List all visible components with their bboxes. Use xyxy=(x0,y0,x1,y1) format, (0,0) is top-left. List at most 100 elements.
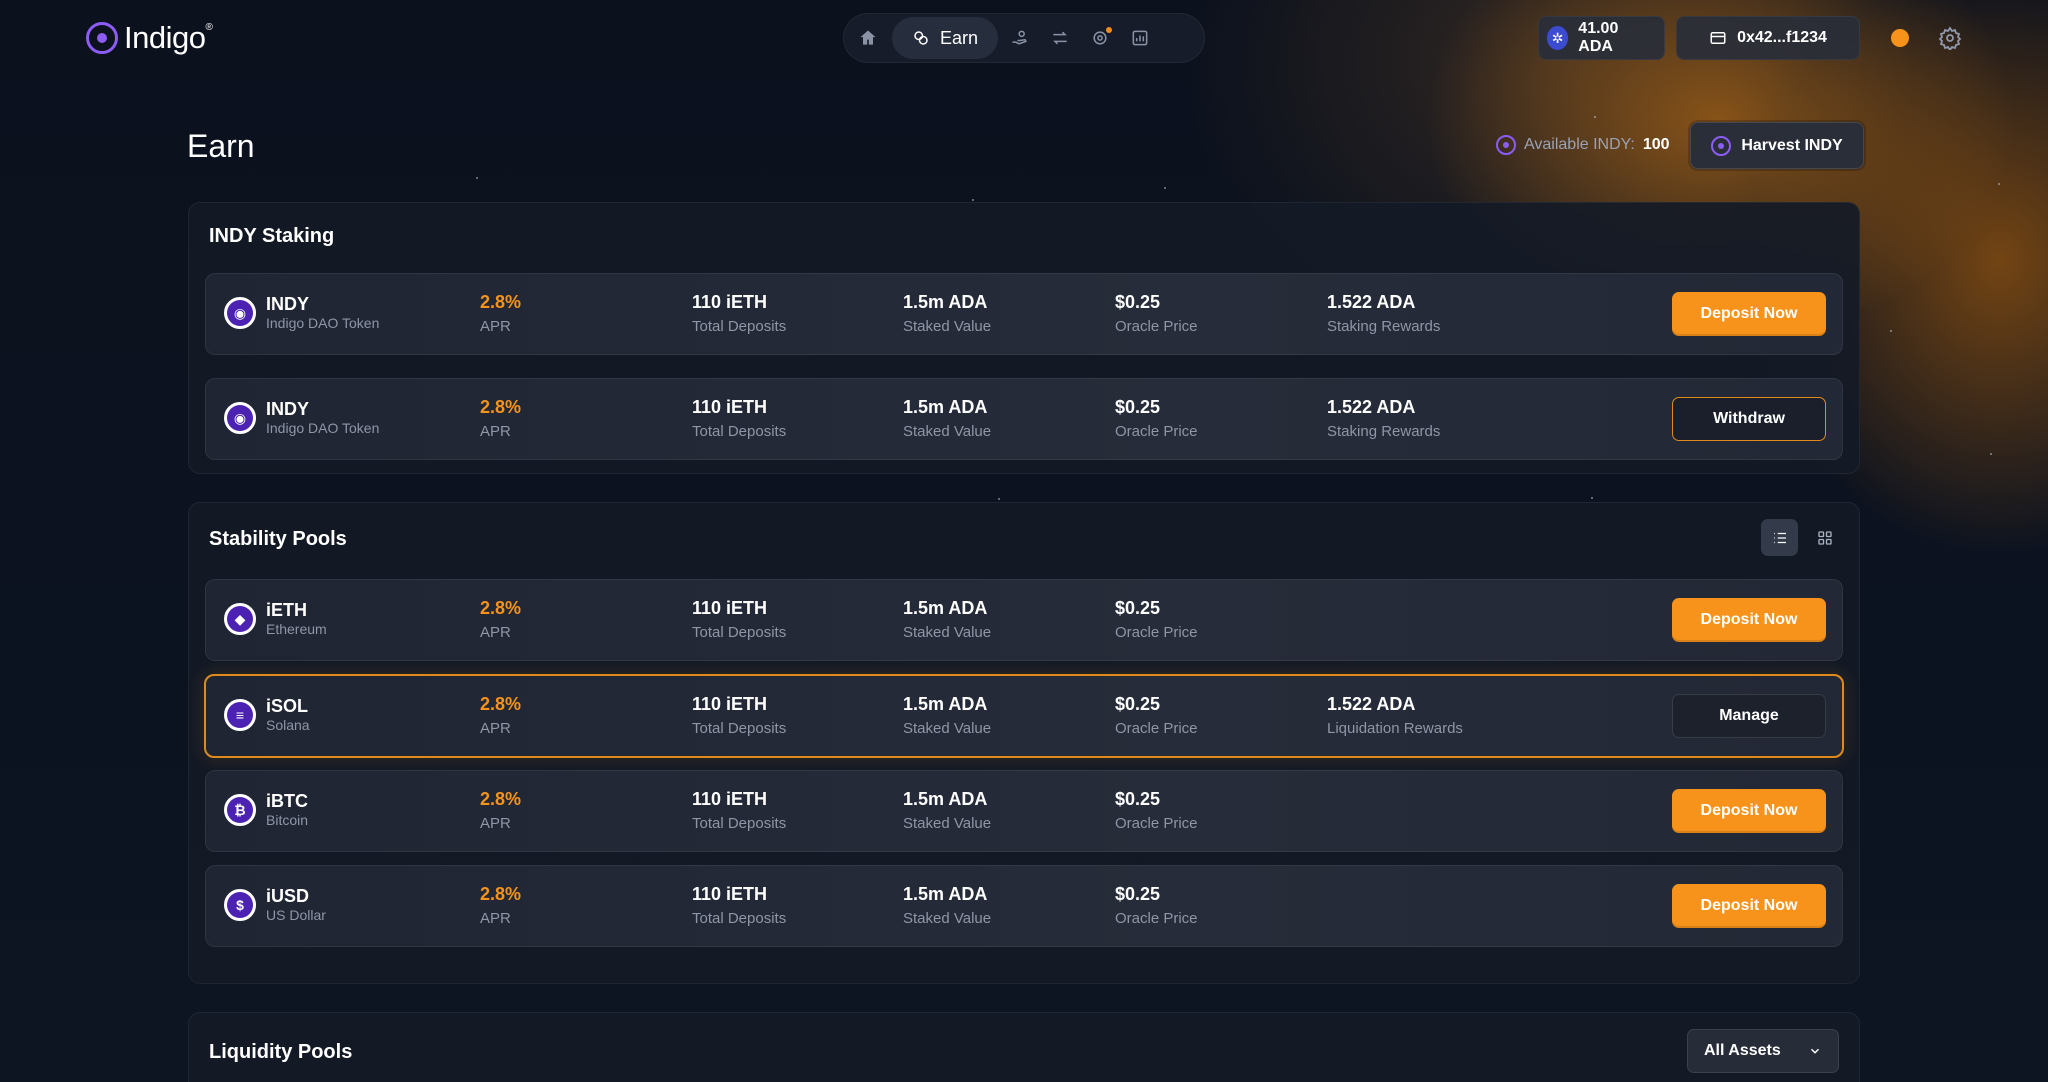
apr-value: 2.8% xyxy=(480,694,522,714)
grid-icon xyxy=(1817,530,1832,545)
price-cell: $0.25 Oracle Price xyxy=(1115,396,1198,442)
brand-name: Indigo xyxy=(124,20,206,55)
manage-button[interactable]: Manage xyxy=(1672,694,1826,738)
top-bar: Indigo® Earn ✲ 41.00 ADA 0x42...f1234 xyxy=(0,0,2048,76)
rewards-cell: 1.522 ADA Staking Rewards xyxy=(1327,396,1440,442)
price-value: $0.25 xyxy=(1115,397,1161,417)
apr-label: APR xyxy=(480,624,511,641)
asset-name: INDY xyxy=(266,399,310,419)
deposits-cell: 110 iETH Total Deposits xyxy=(692,788,786,834)
staked-value: 1.5m ADA xyxy=(903,789,988,809)
staked-cell: 1.5m ADA Staked Value xyxy=(903,396,991,442)
grid-view-button[interactable] xyxy=(1806,519,1843,556)
deposits-value: 110 iETH xyxy=(692,789,768,809)
apr-value: 2.8% xyxy=(480,292,522,312)
staked-label: Staked Value xyxy=(903,318,992,335)
price-cell: $0.25 Oracle Price xyxy=(1115,693,1198,739)
nav-home[interactable] xyxy=(848,18,888,58)
price-cell: $0.25 Oracle Price xyxy=(1115,788,1198,834)
price-value: $0.25 xyxy=(1115,292,1161,312)
wallet-button[interactable]: 0x42...f1234 xyxy=(1676,16,1860,60)
asset-subtitle: Indigo DAO Token xyxy=(266,315,380,331)
nav-governance[interactable] xyxy=(1080,18,1120,58)
nav-swap[interactable] xyxy=(1040,18,1080,58)
deposits-cell: 110 iETH Total Deposits xyxy=(692,597,786,643)
apr-label: APR xyxy=(480,815,511,832)
price-cell: $0.25 Oracle Price xyxy=(1115,291,1198,337)
asset-cell: $ iUSD US Dollar xyxy=(224,886,326,924)
deposits-cell: 110 iETH Total Deposits xyxy=(692,396,786,442)
staked-value: 1.5m ADA xyxy=(903,694,988,714)
asset-cell: ◉ INDY Indigo DAO Token xyxy=(224,399,379,437)
apr-value: 2.8% xyxy=(480,397,522,417)
nav-earn-label: Earn xyxy=(939,27,979,48)
deposit-now-button[interactable]: Deposit Now xyxy=(1672,789,1826,833)
rewards-label: Staking Rewards xyxy=(1327,318,1441,335)
price-value: $0.25 xyxy=(1115,694,1161,714)
rewards-cell: 1.522 ADA Staking Rewards xyxy=(1327,291,1440,337)
indy-icon xyxy=(1496,135,1516,155)
asset-filter-select[interactable]: All Assets xyxy=(1687,1029,1839,1073)
asset-filter-label: All Assets xyxy=(1704,1042,1781,1059)
deposit-now-button[interactable]: Deposit Now xyxy=(1672,292,1826,336)
deposits-label: Total Deposits xyxy=(692,910,787,927)
rewards-cell: 1.522 ADA Liquidation Rewards xyxy=(1327,693,1463,739)
deposits-label: Total Deposits xyxy=(692,624,787,641)
available-indy: Available INDY: 100 xyxy=(1496,135,1670,155)
section-title: INDY Staking xyxy=(209,225,335,247)
asset-subtitle: Solana xyxy=(266,717,310,733)
deposits-label: Total Deposits xyxy=(692,423,787,440)
theme-toggle-dot[interactable] xyxy=(1891,29,1909,47)
nav-borrow[interactable] xyxy=(1000,18,1040,58)
asset-subtitle: US Dollar xyxy=(266,907,326,923)
wallet-icon xyxy=(1710,32,1726,44)
rewards-label: Staking Rewards xyxy=(1327,423,1441,440)
list-icon xyxy=(1773,532,1786,543)
deposits-label: Total Deposits xyxy=(692,815,787,832)
staked-label: Staked Value xyxy=(903,624,992,641)
price-label: Oracle Price xyxy=(1115,624,1198,641)
page-title: Earn xyxy=(187,128,255,164)
harvest-indy-button[interactable]: Harvest INDY xyxy=(1690,122,1864,169)
apr-label: APR xyxy=(480,910,511,927)
indy-staking-section: INDY Staking ◉ INDY Indigo DAO Token 2.8%… xyxy=(188,202,1860,474)
rewards-label: Liquidation Rewards xyxy=(1327,720,1463,737)
list-view-button[interactable] xyxy=(1761,519,1798,556)
staked-value: 1.5m ADA xyxy=(903,598,988,618)
apr-cell: 2.8% APR xyxy=(480,291,521,337)
staked-value: 1.5m ADA xyxy=(903,884,988,904)
price-label: Oracle Price xyxy=(1115,910,1198,927)
deposit-now-button[interactable]: Deposit Now xyxy=(1672,598,1826,642)
asset-subtitle: Ethereum xyxy=(266,621,327,637)
rewards-value: 1.522 ADA xyxy=(1327,694,1416,714)
nav-analytics[interactable] xyxy=(1120,18,1160,58)
brand-logo[interactable]: Indigo® xyxy=(86,20,213,56)
bitcoin-icon: ₿ xyxy=(224,794,256,826)
pool-row-selected: ≡ iSOL Solana 2.8% APR 110 iETH Total Depos… xyxy=(204,674,1844,758)
liquidity-pools-section: Liquidity Pools All Assets xyxy=(188,1012,1860,1082)
staked-cell: 1.5m ADA Staked Value xyxy=(903,693,991,739)
nav-earn[interactable]: Earn xyxy=(892,17,998,59)
available-indy-value: 100 xyxy=(1642,136,1670,153)
apr-value: 2.8% xyxy=(480,598,522,618)
withdraw-button[interactable]: Withdraw xyxy=(1672,397,1826,441)
indigo-logo-icon xyxy=(86,22,118,54)
deposits-label: Total Deposits xyxy=(692,318,787,335)
pool-row: ₿ iBTC Bitcoin 2.8% APR 110 iETH Total Depo… xyxy=(205,770,1843,852)
asset-name: iSOL xyxy=(266,696,309,716)
ada-balance[interactable]: ✲ 41.00 ADA xyxy=(1538,16,1665,60)
price-label: Oracle Price xyxy=(1115,318,1198,335)
deposits-cell: 110 iETH Total Deposits xyxy=(692,291,786,337)
deposit-now-button[interactable]: Deposit Now xyxy=(1672,884,1826,928)
solana-icon: ≡ xyxy=(224,699,256,731)
apr-cell: 2.8% APR xyxy=(480,396,521,442)
staked-cell: 1.5m ADA Staked Value xyxy=(903,788,991,834)
indy-token-icon: ◉ xyxy=(224,297,256,329)
asset-subtitle: Indigo DAO Token xyxy=(266,420,380,436)
section-title: Stability Pools xyxy=(209,528,347,550)
gear-icon[interactable] xyxy=(1938,26,1962,50)
price-cell: $0.25 Oracle Price xyxy=(1115,883,1198,929)
staking-row: ◉ INDY Indigo DAO Token 2.8% APR 110 iETH T… xyxy=(205,378,1843,460)
staking-row: ◉ INDY Indigo DAO Token 2.8% APR 110 iETH T… xyxy=(205,273,1843,355)
price-value: $0.25 xyxy=(1115,884,1161,904)
